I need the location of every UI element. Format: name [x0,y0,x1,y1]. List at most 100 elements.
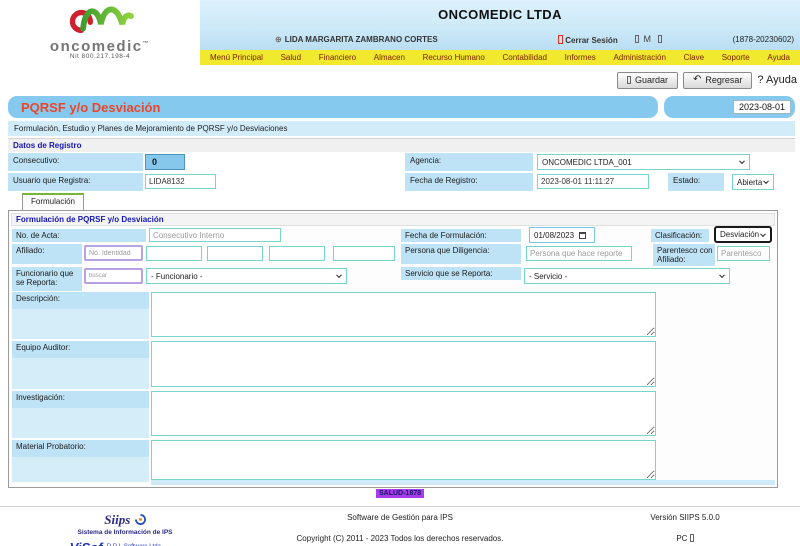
funcionario-search-input[interactable] [84,268,143,284]
consecutivo-label: Consecutivo: [8,153,143,171]
menu-item-soporte[interactable]: Soporte [722,53,750,62]
page-subtitle: Formulación, Estudio y Planes de Mejoram… [8,121,795,136]
logo-card: oncomedic™ Nit 800.217.198-4 [0,0,200,60]
usuario-label: Usuario que Registra: [8,173,143,191]
logout-icon [558,35,563,44]
menu-item-menu-principal[interactable]: Menú Principal [210,53,263,62]
header: ONCOMEDIC LTDA ⊕LIDA MARGARITA ZAMBRANO … [200,0,800,50]
save-icon [627,76,631,84]
page-title-bar: PQRSF y/o Desviación [8,96,658,118]
siips-logo: Siips [104,512,130,527]
descripcion-label-col: Descripción: [12,292,149,339]
no-acta-input[interactable] [149,228,281,242]
menu-item-salud[interactable]: Salud [281,53,301,62]
formulacion-panel: Formulación de PQRSF y/o Desviación No. … [8,210,778,488]
unknown-glyph-icon[interactable] [635,35,639,43]
agencia-label: Agencia: [405,153,533,171]
footer: Siips Sistema de Información de IPS ViSo… [0,506,800,546]
calendar-icon [579,232,586,239]
agencia-select[interactable]: ONCOMEDIC LTDA_001 [537,154,750,170]
afiliado-extra-input[interactable] [333,246,395,261]
chevron-down-icon [336,272,342,278]
servicio-select[interactable]: - Servicio - [524,268,730,284]
investigacion-textarea[interactable] [151,391,656,436]
app-window: ONCOMEDIC LTDA ⊕LIDA MARGARITA ZAMBRANO … [0,0,800,546]
menu-item-clave[interactable]: Clave [684,53,704,62]
menu-item-informes[interactable]: Informes [565,53,596,62]
menu-item-contabilidad[interactable]: Contabilidad [502,53,546,62]
help-icon: ? [757,74,763,86]
chevron-down-icon [763,178,769,184]
datos-de-registro-section: Datos de Registro Consecutivo: 0 Agencia… [8,138,795,193]
afiliado-extra-input[interactable] [146,246,202,261]
brand-name: oncomedic™ [0,38,200,53]
user-name: ⊕LIDA MARGARITA ZAMBRANO CORTES [275,35,438,44]
afiliado-extra-input[interactable] [269,246,325,261]
help-link[interactable]: ? Ayuda [757,74,797,86]
siips-logo-block: Siips Sistema de Información de IPS ViSo… [35,511,215,546]
brand-nit: Nit 800.217.198-4 [0,53,200,60]
registro-row-1: Consecutivo: 0 Agencia: ONCOMEDIC LTDA_0… [8,153,795,172]
back-arrow-icon: ↶ [693,76,701,84]
servicio-label: Servicio que se Reporta: [401,267,521,280]
no-acta-label: No. de Acta: [12,229,146,242]
fecha-registro-input[interactable] [537,174,649,189]
menu-item-financiero[interactable]: Financiero [319,53,356,62]
globe-icon: ⊕ [275,35,282,44]
menu-item-recurso-humano[interactable]: Recurso Humano [423,53,485,62]
working-date-field[interactable]: 2023-08-01 [733,100,791,114]
menu-item-ayuda[interactable]: Ayuda [767,53,790,62]
oncomedic-logo-icon [48,1,152,33]
footer-right: Versión SIIPS 5.0.0 PC [610,513,760,543]
status-badge: SALUD-1878 [376,489,424,498]
clasificacion-label: Clasificación: [651,229,709,242]
footer-version: Versión SIIPS 5.0.0 [610,513,760,522]
descripcion-label: Descripción: [12,292,149,309]
logout-button[interactable]: Cerrar Sesión [558,35,618,45]
parentesco-label: Parentesco con Afiliado: [653,244,715,266]
save-button[interactable]: Guardar [617,72,678,89]
chevron-down-icon [760,231,766,237]
afiliado-id-input[interactable] [84,245,143,261]
fecha-registro-label: Fecha de Registro: [405,173,533,191]
back-button[interactable]: ↶ Regresar [683,72,752,89]
chevron-down-icon [739,158,745,164]
consecutivo-value: 0 [145,154,185,170]
usuario-input[interactable] [145,174,216,189]
equipo-auditor-textarea[interactable] [151,341,656,387]
afiliado-label: Afiliado: [12,244,82,264]
investigacion-label: Investigación: [12,391,149,408]
equipo-auditor-label-col: Equipo Auditor: [12,341,149,389]
funcionario-select[interactable]: - Funcionario - [146,268,347,284]
main-menu: Menú Principal Salud Financiero Almacen … [200,50,800,65]
material-probatorio-label: Material Probatorio: [12,440,149,457]
material-probatorio-textarea[interactable] [151,440,656,480]
estado-select[interactable]: Abierta [732,174,774,190]
unknown-glyph-icon [690,534,694,542]
material-probatorio-label-col: Material Probatorio: [12,440,149,482]
equipo-auditor-label: Equipo Auditor: [12,341,149,358]
estado-label: Estado: [668,173,724,191]
persona-diligencia-input[interactable] [526,246,632,261]
afiliado-extra-input[interactable] [207,246,263,261]
registro-row-2: Usuario que Registra: Fecha de Registro:… [8,173,795,192]
parentesco-input[interactable] [717,246,770,261]
funcionario-label: Funcionario que se Reporta: [12,267,82,291]
persona-diligencia-label: Persona que Diligencia: [401,244,521,264]
date-pill: 2023-08-01 [664,96,795,118]
header-mini-icons: M [635,34,662,44]
menu-item-administracion[interactable]: Administración [613,53,665,62]
company-title: ONCOMEDIC LTDA [200,7,800,22]
siips-subtitle: Sistema de Información de IPS [35,529,215,536]
user-bar: ⊕LIDA MARGARITA ZAMBRANO CORTES Cerrar S… [200,33,800,48]
tab-formulacion[interactable]: Formulación [22,193,84,210]
unknown-glyph-icon[interactable] [658,35,662,43]
clasificacion-select[interactable]: Desviación [714,226,772,243]
menu-item-almacen[interactable]: Almacen [374,53,405,62]
fecha-formulacion-input[interactable]: 01/08/2023 [529,227,595,243]
title-row: PQRSF y/o Desviación 2023-08-01 [8,96,795,118]
m-shortcut[interactable]: M [644,34,654,44]
descripcion-textarea[interactable] [151,292,656,337]
footer-center: Software de Gestión para IPS Copyright (… [250,513,550,543]
visof-logo-block: ViSof D.D.I. Software Ltda V [35,539,215,546]
